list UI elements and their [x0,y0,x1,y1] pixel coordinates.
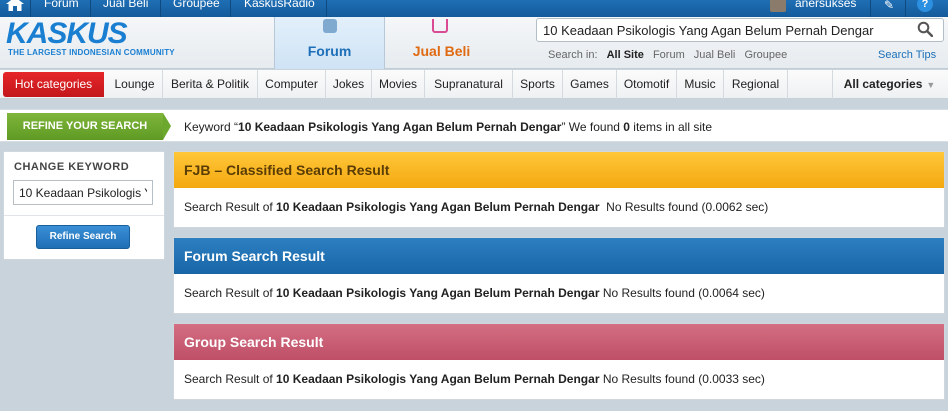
search-summary: Keyword “10 Keadaan Psikologis Yang Agan… [184,120,712,134]
topbar-link-kaskusradio[interactable]: KaskusRadio [244,0,315,10]
nav-item-games[interactable]: Games [563,70,617,99]
refine-your-search-label: REFINE YOUR SEARCH [7,113,171,140]
tab-jual-beli-label: Jual Beli [412,43,471,59]
chevron-down-icon: ▼ [926,80,936,90]
topbar-link-forum[interactable]: Forum [44,0,79,10]
topbar-link-groupee[interactable]: Groupee [173,0,220,10]
topbar-divider [870,0,871,17]
search-tips-link[interactable]: Search Tips [878,49,936,61]
result-count: 0 [623,120,630,134]
pencil-icon[interactable]: ✎ [884,0,894,12]
scope-jual-beli[interactable]: Jual Beli [694,49,736,61]
fjb-result-body: Search Result of 10 Keadaan Psikologis Y… [174,188,944,227]
nav-item-sports[interactable]: Sports [513,70,563,99]
forum-result-panel: Forum Search Result Search Result of 10 … [173,237,945,314]
forum-result-title: Forum Search Result [174,238,944,274]
topbar-divider [90,0,91,17]
nav-item-jokes[interactable]: Jokes [326,70,372,99]
topbar-link-jual-beli[interactable]: Jual Beli [103,0,148,10]
home-icon[interactable] [6,0,24,11]
nav-item-supranatural[interactable]: Supranatural [425,70,513,99]
topbar-divider [160,0,161,17]
result-status: No Results found (0.0033 sec) [602,372,765,386]
site-header: KASKUS THE LARGEST INDONESIAN COMMUNITY … [0,17,948,69]
scope-all-site[interactable]: All Site [607,49,644,61]
group-result-title: Group Search Result [174,324,944,360]
avatar[interactable] [770,0,786,12]
tab-forum[interactable]: Forum [274,17,385,69]
all-categories-dropdown[interactable]: All categories ▼ [832,70,946,99]
hot-categories-button[interactable]: Hot categories [3,72,104,97]
category-nav: Hot categories Lounge Berita & Politik C… [0,70,948,99]
fjb-result-panel: FJB – Classified Search Result Search Re… [173,151,945,228]
help-icon[interactable]: ? [917,0,933,12]
result-keyword: 10 Keadaan Psikologis Yang Agan Belum Pe… [276,286,600,300]
nav-item-lounge[interactable]: Lounge [107,70,163,99]
forum-icon [323,19,337,33]
username[interactable]: anersukses [795,0,856,10]
result-status: No Results found (0.0062 sec) [606,200,769,214]
summary-prefix: Keyword “ [184,120,239,134]
summary-middle: ” We found [561,120,624,134]
search-scope-bar: Search in: All Site Forum Jual Beli Grou… [548,49,793,61]
summary-keyword: 10 Keadaan Psikologis Yang Agan Belum Pe… [238,120,562,134]
tab-forum-label: Forum [307,43,352,59]
change-keyword-heading: CHANGE KEYWORD [14,161,130,173]
top-bar: Forum Jual Beli Groupee KaskusRadio aner… [0,0,948,17]
tab-jual-beli[interactable]: Jual Beli [385,17,498,69]
result-status: No Results found (0.0064 sec) [602,286,765,300]
nav-item-berita-politik[interactable]: Berita & Politik [163,70,258,99]
all-categories-label: All categories [843,77,923,91]
topbar-divider [326,0,327,17]
change-keyword-panel: CHANGE KEYWORD Refine Search [3,151,165,260]
search-box [536,18,944,42]
topbar-divider [230,0,231,17]
logo-tagline: THE LARGEST INDONESIAN COMMUNITY [8,48,175,57]
nav-item-regional[interactable]: Regional [724,70,788,99]
refine-search-button[interactable]: Refine Search [36,225,130,249]
refine-bar: REFINE YOUR SEARCH Keyword “10 Keadaan P… [0,109,948,142]
result-prefix: Search Result of [184,372,277,386]
scope-forum[interactable]: Forum [653,49,685,61]
keyword-field[interactable] [13,180,153,205]
search-icon[interactable] [917,21,933,37]
summary-suffix: items in all site [629,120,712,134]
shopping-bag-icon [432,19,448,33]
nav-item-computer[interactable]: Computer [258,70,326,99]
result-prefix: Search Result of [184,286,277,300]
scope-groupee[interactable]: Groupee [744,49,787,61]
divider [4,215,164,216]
nav-item-otomotif[interactable]: Otomotif [617,70,677,99]
fjb-result-title: FJB – Classified Search Result [174,152,944,188]
result-keyword: 10 Keadaan Psikologis Yang Agan Belum Pe… [276,372,600,386]
search-in-label: Search in: [548,49,598,61]
logo-text: KASKUS [6,17,128,50]
result-keyword: 10 Keadaan Psikologis Yang Agan Belum Pe… [276,200,600,214]
kaskus-logo[interactable]: KASKUS THE LARGEST INDONESIAN COMMUNITY [6,17,175,57]
group-result-panel: Group Search Result Search Result of 10 … [173,323,945,400]
result-prefix: Search Result of [184,200,277,214]
topbar-divider [905,0,906,17]
nav-item-music[interactable]: Music [677,70,724,99]
topbar-divider [30,0,31,17]
search-input[interactable] [543,21,903,39]
group-result-body: Search Result of 10 Keadaan Psikologis Y… [174,360,944,399]
forum-result-body: Search Result of 10 Keadaan Psikologis Y… [174,274,944,313]
nav-item-movies[interactable]: Movies [372,70,425,99]
